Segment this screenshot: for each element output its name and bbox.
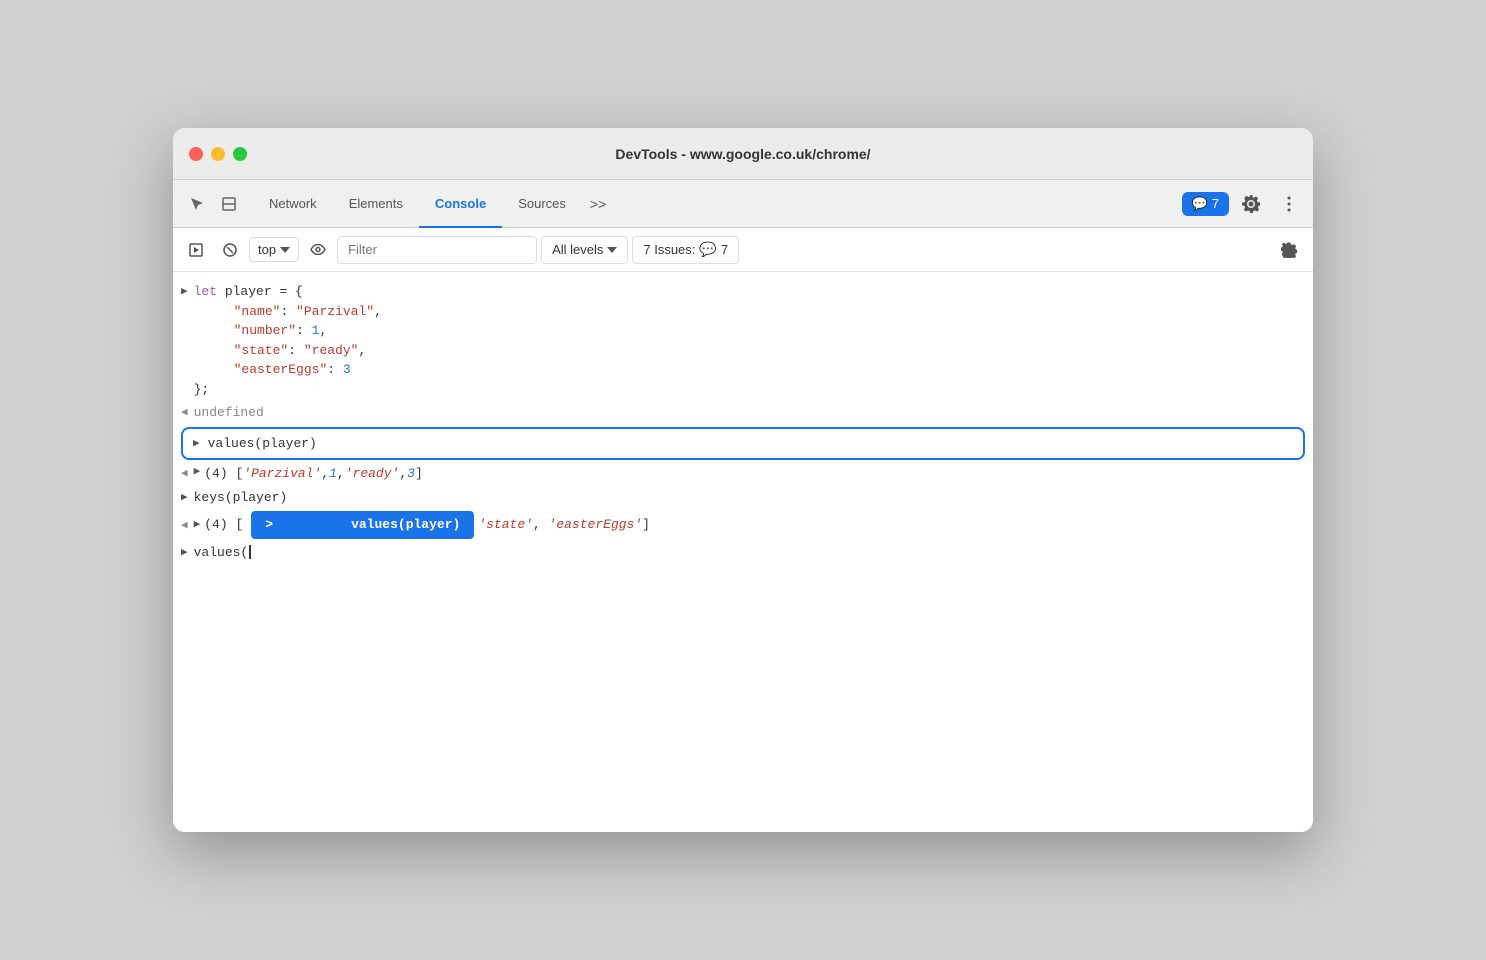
- autocomplete-dropdown[interactable]: > values(player): [251, 511, 474, 539]
- console-line-keys-result: ◀ ▶ (4) [ > values(player) 'state', 'eas…: [173, 509, 1313, 541]
- filter-input[interactable]: [337, 236, 537, 264]
- tab-network[interactable]: Network: [253, 180, 333, 228]
- devtools-window: DevTools - www.google.co.uk/chrome/ Netw…: [173, 128, 1313, 832]
- minimize-button[interactable]: [211, 147, 225, 161]
- levels-label: All levels: [552, 242, 603, 257]
- left-arrow-array: ◀: [181, 466, 188, 483]
- tab-console[interactable]: Console: [419, 180, 502, 228]
- left-arrow-undefined: ◀: [181, 405, 188, 422]
- tab-elements[interactable]: Elements: [333, 180, 419, 228]
- console-line-undefined: ◀ undefined: [173, 401, 1313, 425]
- run-icon[interactable]: [181, 235, 211, 265]
- close-button[interactable]: [189, 147, 203, 161]
- issues-text: 7 Issues:: [643, 242, 695, 257]
- expand-triangle-2[interactable]: ▶: [194, 517, 201, 534]
- panel-icon[interactable]: [213, 188, 245, 220]
- values-player-text: values(player): [208, 434, 317, 454]
- issues-badge[interactable]: 💬 7: [1182, 192, 1229, 216]
- top-selector[interactable]: top: [249, 237, 299, 262]
- tabs-right: 💬 7: [1182, 188, 1305, 220]
- input-arrow: ▶: [181, 545, 188, 562]
- maximize-button[interactable]: [233, 147, 247, 161]
- more-tabs-button[interactable]: >>: [582, 196, 614, 212]
- issues-count: 7: [721, 242, 728, 257]
- expand-triangle[interactable]: ▶: [194, 464, 201, 481]
- clear-icon[interactable]: [215, 235, 245, 265]
- top-label: top: [258, 242, 276, 257]
- console-line-let: ▶ let player = { "name": "Parzival", "nu…: [173, 280, 1313, 401]
- titlebar: DevTools - www.google.co.uk/chrome/: [173, 128, 1313, 180]
- expand-arrow-keys[interactable]: ▶: [181, 490, 188, 507]
- console-input-line: ▶ values(: [173, 541, 1313, 565]
- issues-filter[interactable]: 7 Issues: 💬 7: [632, 236, 739, 264]
- expand-arrow-let[interactable]: ▶: [181, 284, 188, 301]
- issues-icon: 💬: [1192, 196, 1208, 212]
- keys-player-text: keys(player): [194, 488, 288, 508]
- window-title: DevTools - www.google.co.uk/chrome/: [615, 146, 870, 162]
- tabs-bar: Network Elements Console Sources >> 💬 7: [173, 180, 1313, 228]
- cursor-icon[interactable]: [181, 188, 213, 220]
- console-area: ▶ let player = { "name": "Parzival", "nu…: [173, 272, 1313, 832]
- traffic-lights: [189, 147, 247, 161]
- console-settings-icon[interactable]: [1273, 234, 1305, 266]
- settings-icon[interactable]: [1235, 188, 1267, 220]
- kebab-menu-icon[interactable]: [1273, 188, 1305, 220]
- console-line-array-result: ◀ ▶ (4) ['Parzival', 1, 'ready', 3]: [173, 462, 1313, 486]
- issues-chat-icon: 💬: [699, 241, 716, 258]
- left-arrow-keys: ◀: [181, 518, 188, 535]
- eye-icon[interactable]: [303, 235, 333, 265]
- expand-arrow-values[interactable]: ▶: [193, 436, 200, 453]
- console-input-text[interactable]: values(: [194, 543, 252, 563]
- console-toolbar: top All levels 7 Issues: 💬 7: [173, 228, 1313, 272]
- tab-sources[interactable]: Sources: [502, 180, 582, 228]
- undefined-text: undefined: [194, 403, 264, 423]
- console-line-keys: ▶ keys(player): [173, 486, 1313, 510]
- console-line-values-highlighted[interactable]: ▶ values(player): [181, 427, 1305, 461]
- levels-selector[interactable]: All levels: [541, 236, 628, 264]
